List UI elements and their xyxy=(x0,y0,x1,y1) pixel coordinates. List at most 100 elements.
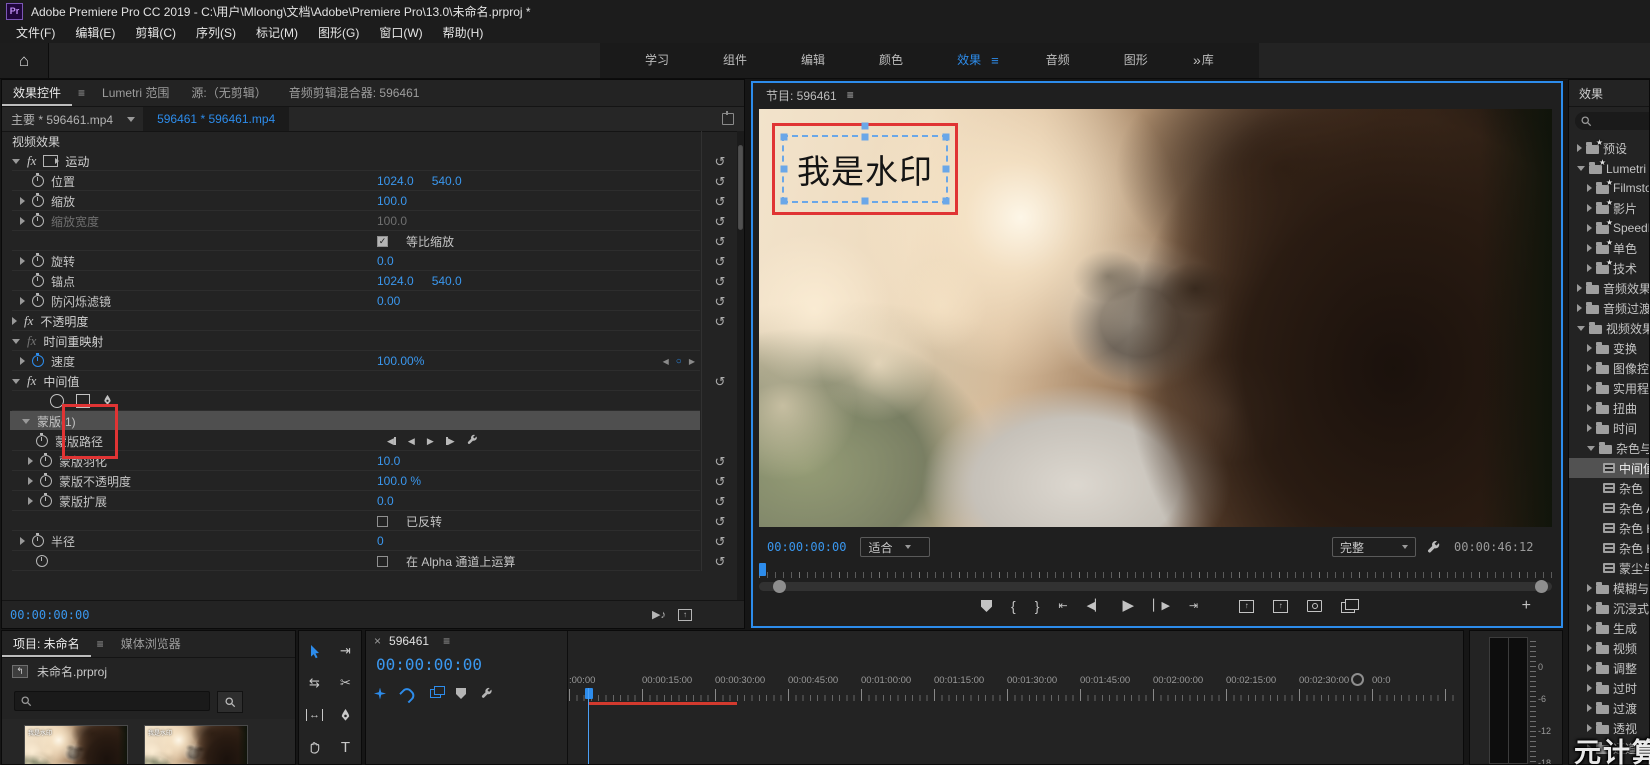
property-value[interactable]: 1024.0 xyxy=(377,174,414,188)
add-keyframe-icon[interactable]: ○ xyxy=(676,356,682,367)
clip-thumbnail[interactable]: 我是水印 xyxy=(144,725,248,765)
effects-tree-item[interactable]: Lumetri 预设 xyxy=(1569,158,1649,178)
chevron-down-icon[interactable] xyxy=(12,339,20,344)
chevron-right-icon[interactable] xyxy=(1587,244,1592,252)
settings-wrench-icon[interactable] xyxy=(1427,540,1442,555)
checkbox[interactable] xyxy=(377,516,388,527)
effects-tree-item[interactable]: 杂色 HLS 自动 xyxy=(1569,538,1649,558)
next-keyframe-icon[interactable]: ▶ xyxy=(689,357,695,366)
effect-name[interactable]: 运动 xyxy=(65,153,89,170)
chevron-right-icon[interactable] xyxy=(1587,624,1592,632)
effects-panel-tab[interactable]: 效果 xyxy=(1569,80,1649,107)
program-monitor-title[interactable]: 节目: 596461 xyxy=(766,87,837,104)
slip-tool[interactable]: ↔ xyxy=(303,703,327,727)
property-value[interactable]: 100.0 xyxy=(377,214,407,228)
effect-name[interactable]: 时间重映射 xyxy=(43,333,103,350)
stopwatch-icon[interactable] xyxy=(32,535,44,547)
effects-tree-item[interactable]: 预设 xyxy=(1569,138,1649,158)
reset-icon[interactable]: ↺ xyxy=(715,315,726,328)
chevron-right-icon[interactable] xyxy=(1587,664,1592,672)
property-label[interactable]: 锚点 xyxy=(51,273,75,290)
program-timecode[interactable]: 00:00:00:00 xyxy=(753,540,846,554)
effects-tree-item[interactable]: 生成 xyxy=(1569,618,1649,638)
play-audio-icon[interactable]: ▶♪ xyxy=(652,608,666,621)
effects-tree-item[interactable]: 蒙尘与划痕 xyxy=(1569,558,1649,578)
chevron-right-icon[interactable] xyxy=(20,257,25,265)
playback-resolution-dropdown[interactable]: 完整 xyxy=(1332,537,1416,557)
razor-tool[interactable]: ✂ xyxy=(334,671,358,695)
property-value[interactable]: 10.0 xyxy=(377,454,400,468)
extract-button[interactable]: ↑ xyxy=(1273,600,1288,613)
chevron-right-icon[interactable] xyxy=(1587,644,1592,652)
timeline-timecode[interactable]: 00:00:00:00 xyxy=(376,655,482,674)
chevron-down-icon[interactable] xyxy=(1577,166,1585,171)
stopwatch-icon[interactable] xyxy=(32,295,44,307)
property-value[interactable]: 540.0 xyxy=(432,274,462,288)
workspace-tab-颜色[interactable]: 颜色 xyxy=(852,43,930,78)
chevron-right-icon[interactable] xyxy=(1577,284,1582,292)
zoom-level-dropdown[interactable]: 适合 xyxy=(860,537,930,557)
add-marker-icon[interactable] xyxy=(456,688,466,699)
property-label[interactable]: 蒙版扩展 xyxy=(59,493,107,510)
effects-tree-item[interactable]: 技术 xyxy=(1569,258,1649,278)
workspace-tab-图形[interactable]: 图形 xyxy=(1097,43,1175,78)
property-label[interactable]: 位置 xyxy=(51,173,75,190)
tab-audio-clip-mixer[interactable]: 音频剪辑混合器: 596461 xyxy=(278,80,431,106)
property-value[interactable]: 100.0 % xyxy=(377,474,421,488)
chevron-right-icon[interactable] xyxy=(1577,304,1582,312)
sequence-tab-label[interactable]: 596461 xyxy=(389,634,429,648)
chevron-right-icon[interactable] xyxy=(1587,364,1592,372)
menu-item[interactable]: 标记(M) xyxy=(246,22,308,43)
property-value[interactable]: 0.0 xyxy=(377,494,394,508)
effects-tree-item[interactable]: 视频 xyxy=(1569,638,1649,658)
reset-icon[interactable]: ↺ xyxy=(715,175,726,188)
effects-tree-item[interactable]: 模糊与锐化 xyxy=(1569,578,1649,598)
workspace-tab-学习[interactable]: 学习 xyxy=(618,43,696,78)
property-label[interactable]: 速度 xyxy=(51,353,75,370)
effects-tree-item[interactable]: 影片 xyxy=(1569,198,1649,218)
find-button[interactable] xyxy=(217,691,243,713)
pen-tool[interactable] xyxy=(334,703,358,727)
menu-item[interactable]: 窗口(W) xyxy=(369,22,432,43)
timeline-ruler[interactable] xyxy=(569,689,1455,701)
property-label[interactable]: 半径 xyxy=(51,533,75,550)
chevron-right-icon[interactable] xyxy=(20,357,25,365)
reset-icon[interactable]: ↺ xyxy=(715,375,726,388)
property-value[interactable]: 0.0 xyxy=(377,254,394,268)
checkbox[interactable]: ✓ xyxy=(377,236,388,247)
stopwatch-icon[interactable] xyxy=(40,455,52,467)
step-forward-button[interactable]: ▏▶ xyxy=(1153,597,1170,615)
property-value[interactable]: 0.00 xyxy=(377,294,400,308)
tab-lumetri-scopes[interactable]: Lumetri 范围 xyxy=(91,80,180,106)
chevron-right-icon[interactable] xyxy=(1587,604,1592,612)
export-icon[interactable]: ↑ xyxy=(678,609,692,621)
play-button[interactable]: ▶ xyxy=(1123,597,1135,615)
stopwatch-icon[interactable] xyxy=(32,255,44,267)
home-button[interactable]: ⌂ xyxy=(0,43,49,78)
menu-item[interactable]: 帮助(H) xyxy=(433,22,494,43)
selection-handle[interactable] xyxy=(943,166,950,173)
effects-tree-item[interactable]: 过渡 xyxy=(1569,698,1649,718)
property-label[interactable]: 旋转 xyxy=(51,253,75,270)
chevron-right-icon[interactable] xyxy=(1587,384,1592,392)
project-search-input[interactable] xyxy=(14,691,210,711)
effects-tree-item[interactable]: 调整 xyxy=(1569,658,1649,678)
zoom-handle-right[interactable] xyxy=(1535,580,1548,593)
chevron-right-icon[interactable] xyxy=(1587,404,1592,412)
chevron-right-icon[interactable] xyxy=(12,317,17,325)
linked-selection-icon[interactable] xyxy=(430,689,441,698)
chevron-right-icon[interactable] xyxy=(1587,184,1592,192)
effects-tree-item[interactable]: 杂色与颗粒 xyxy=(1569,438,1649,458)
stopwatch-icon[interactable] xyxy=(40,495,52,507)
effects-tree-item[interactable]: 杂色 xyxy=(1569,478,1649,498)
chevron-right-icon[interactable] xyxy=(1577,144,1582,152)
chevron-right-icon[interactable] xyxy=(1587,424,1592,432)
type-tool[interactable]: T xyxy=(334,735,358,759)
effects-tree-item[interactable]: 图像控制 xyxy=(1569,358,1649,378)
track-mask-back-icon[interactable]: ◀ xyxy=(387,436,396,447)
pin-panel-icon[interactable] xyxy=(722,113,734,125)
project-file-name[interactable]: 未命名.prproj xyxy=(37,663,107,680)
selection-handle[interactable] xyxy=(781,198,788,205)
workspace-tab-menu-icon[interactable]: ≡ xyxy=(989,53,1019,68)
clip-thumbnail[interactable]: 我是水印 xyxy=(24,725,128,765)
